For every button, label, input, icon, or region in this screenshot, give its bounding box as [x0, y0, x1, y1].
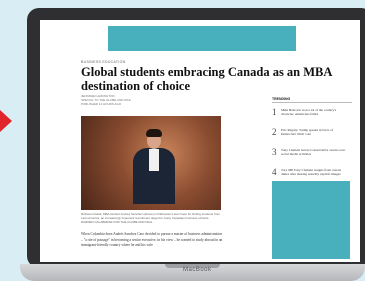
photo-credit: DARREN CALABRESE FOR THE GLOBE AND MAIL	[81, 220, 153, 224]
sidebar-ad[interactable]	[272, 181, 350, 259]
trending-rank: 3	[272, 147, 277, 157]
trending-link[interactable]: Eric Reguly: Trump speaks in favor of De…	[281, 128, 349, 136]
laptop-brand-label: MacBook	[183, 267, 212, 273]
trending-item[interactable]: 3 Tony Clement leaves Conservative caucu…	[272, 147, 352, 163]
trending-item[interactable]: 1 Mike Babcock won a lot of the country'…	[272, 107, 352, 123]
trending-link[interactable]: Mike Babcock won a lot of the country's …	[281, 108, 349, 116]
trending-link[interactable]: Tory MP Tony Clement resigns from caucus…	[281, 168, 349, 176]
article-headline: Global students embracing Canada as an M…	[81, 65, 332, 93]
trending-rank: 4	[272, 167, 277, 177]
top-banner-ad[interactable]	[108, 26, 296, 51]
trending-rank: 2	[272, 127, 277, 137]
photo-person-shirt	[149, 149, 159, 171]
trending-link[interactable]: Tony Clement leaves Conservative caucus …	[281, 148, 349, 156]
trending-heading: TRENDING	[272, 97, 352, 103]
article-photo[interactable]	[81, 116, 221, 210]
article-kicker[interactable]: BUSINESS EDUCATION	[81, 60, 125, 64]
laptop-screen: BUSINESS EDUCATION Global students embra…	[40, 20, 360, 262]
caption-text: Ridzwan Faisal, MBA student Andrés Sanch…	[81, 212, 220, 220]
red-arrow-pointer	[0, 110, 12, 132]
photo-caption: Ridzwan Faisal, MBA student Andrés Sanch…	[81, 212, 223, 224]
trending-rank: 1	[272, 107, 277, 117]
trending-item[interactable]: 2 Eric Reguly: Trump speaks in favor of …	[272, 127, 352, 143]
publish-time: PUBLISHED 14 HOURS AGO	[81, 102, 122, 106]
article-body: When Colombia-born Andrés Sanchez Caro d…	[81, 232, 223, 247]
trending-sidebar: TRENDING 1 Mike Babcock won a lot of the…	[272, 97, 352, 183]
article-meta: JENNIFER LEWINGTON SPECIAL TO THE GLOBE …	[81, 94, 131, 106]
photo-person-hair	[146, 129, 162, 137]
